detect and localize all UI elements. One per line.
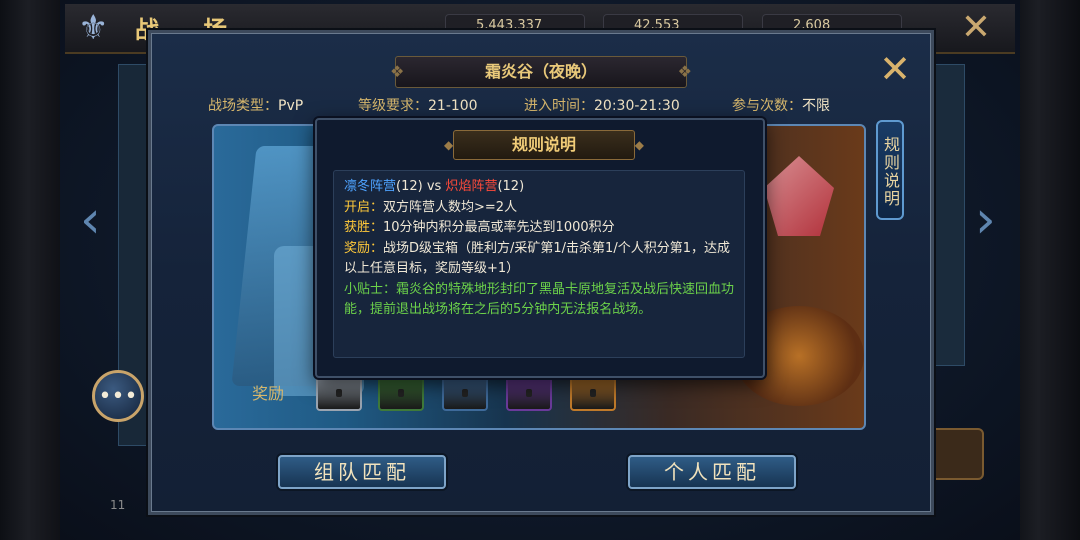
battle-type-value: PvP: [278, 98, 304, 114]
win-label: 获胜：: [344, 220, 384, 235]
purple-chest-icon[interactable]: [506, 373, 552, 411]
reward-rule-text: 战场D级宝箱（胜利方/采矿第1/击杀第1/个人积分第1，达成以上任意目标，奖励等…: [344, 240, 730, 277]
open-rule: 开启：双方阵营人数均>=2人: [344, 198, 734, 219]
tip-text: 小贴士：霜炎谷的特殊地形封印了黑晶卡原地复活及战后快速回血功能，提前退出战场将在…: [344, 281, 735, 318]
flame-faction-name: 炽焰阵营: [445, 179, 498, 194]
wing-emblem-icon: ⚜: [78, 8, 109, 48]
rules-title: 规则说明: [444, 130, 644, 160]
solo-match-button[interactable]: 个人匹配: [628, 455, 796, 489]
battle-type-info: 战场类型：PvP: [208, 95, 303, 115]
level-requirement-value: 21-100: [428, 98, 478, 114]
frost-faction-count: (12): [396, 179, 423, 194]
open-label: 开启：: [344, 199, 384, 215]
battle-type-label: 战场类型：: [208, 98, 278, 114]
level-requirement-label: 等级要求：: [358, 98, 428, 114]
level-indicator: 11: [110, 498, 126, 512]
win-text: 10分钟内积分最高或率先达到1000积分: [383, 220, 615, 235]
prev-arrow-icon[interactable]: ‹: [80, 190, 101, 250]
faction-line: 凛冬阵营(12) vs 炽焰阵营(12): [344, 177, 734, 198]
open-text: 双方阵营人数均>=2人: [383, 199, 518, 215]
team-match-button[interactable]: 组队匹配: [278, 455, 446, 489]
rules-content: 凛冬阵营(12) vs 炽焰阵营(12) 开启：双方阵营人数均>=2人 获胜：1…: [333, 170, 745, 358]
background-close-icon[interactable]: ✕: [958, 10, 994, 46]
vs-text: vs: [422, 179, 446, 194]
chat-icon[interactable]: •••: [92, 370, 144, 422]
participation-info: 参与次数：不限: [732, 95, 830, 115]
green-chest-icon[interactable]: [378, 373, 424, 411]
background-chest-icon[interactable]: [930, 428, 984, 480]
win-rule: 获胜：10分钟内积分最高或率先达到1000积分: [344, 218, 734, 239]
participation-value: 不限: [802, 98, 830, 114]
flame-faction-count: (12): [497, 179, 525, 194]
entry-time-label: 进入时间：: [524, 98, 594, 114]
frost-faction-name: 凛冬阵营: [344, 179, 397, 194]
silver-chest-icon[interactable]: [316, 373, 362, 411]
background-right-panel: [935, 64, 965, 366]
blue-chest-icon[interactable]: [442, 373, 488, 411]
close-icon[interactable]: ✕: [877, 50, 913, 88]
entry-time-info: 进入时间：20:30-21:30: [524, 95, 680, 115]
rules-tab[interactable]: 规则说明: [876, 120, 904, 220]
reward-rule: 奖励：战场D级宝箱（胜利方/采矿第1/击杀第1/个人积分第1，达成以上任意目标，…: [344, 239, 734, 280]
reward-label: 奖励: [252, 384, 285, 403]
next-arrow-icon[interactable]: ›: [975, 190, 996, 250]
dialog-title: 霜炎谷（夜晚）: [390, 56, 692, 88]
level-requirement-info: 等级要求：21-100: [358, 95, 478, 115]
participation-label: 参与次数：: [732, 98, 802, 114]
entry-time-value: 20:30-21:30: [594, 98, 680, 114]
reward-rule-label: 奖励：: [344, 240, 384, 256]
right-frame-border: [1010, 0, 1080, 540]
gold-chest-icon[interactable]: [570, 373, 616, 411]
fire-crystal: [764, 156, 834, 236]
